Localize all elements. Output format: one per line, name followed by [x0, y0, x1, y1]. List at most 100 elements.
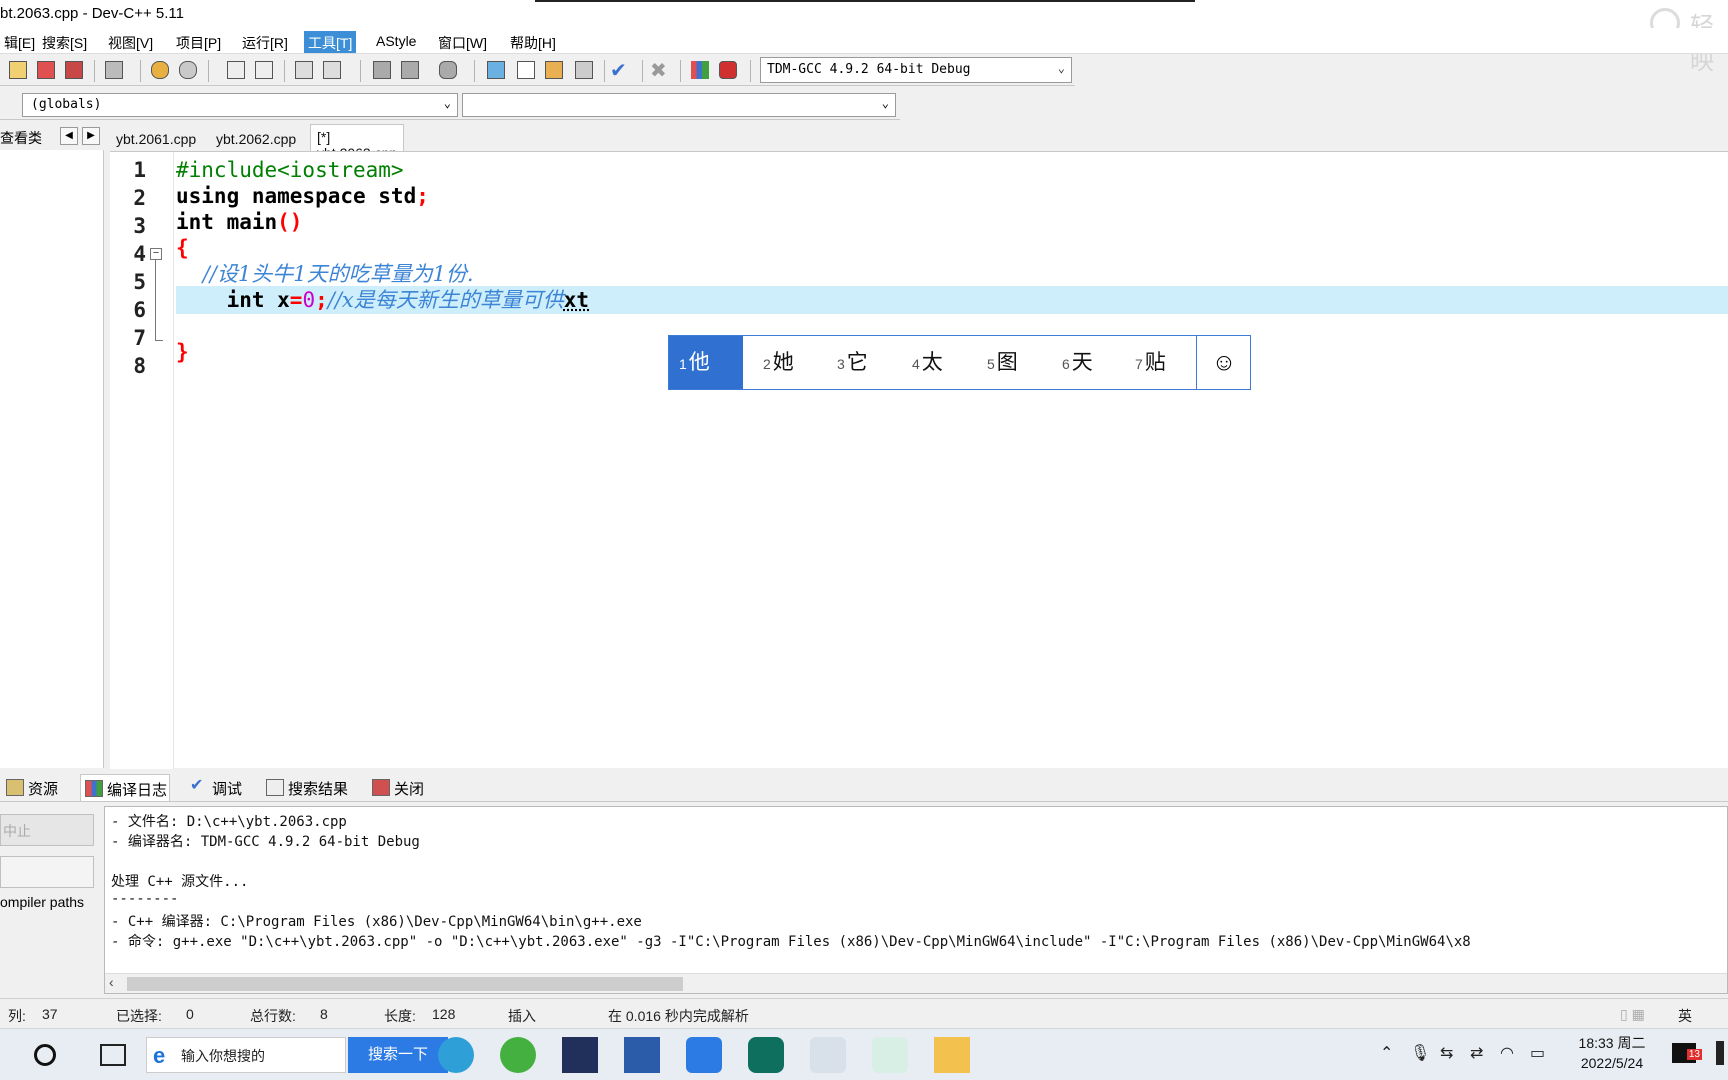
ime-candidate[interactable]: 3它	[827, 336, 868, 389]
ime-candidate[interactable]: 6天	[1052, 336, 1093, 389]
status-bar: 列: 37 已选择: 0 总行数: 8 长度: 128 插入 在 0.016 秒…	[0, 998, 1728, 1028]
syntax-check-icon[interactable]: ✔	[610, 58, 634, 82]
menu-search[interactable]: 搜索[S]	[38, 31, 91, 53]
browser-icon[interactable]	[500, 1037, 536, 1073]
cortana-icon[interactable]	[34, 1044, 56, 1066]
menu-project[interactable]: 项目[P]	[172, 31, 225, 53]
compile-run-icon[interactable]	[542, 58, 566, 82]
code-line-6-current: int x=0;//x是每天新生的草量可供xt	[176, 286, 1728, 314]
notification-icon[interactable]: 13	[1672, 1043, 1702, 1063]
taskbar-clock[interactable]: 18:33 周二 2022/5/24	[1560, 1033, 1664, 1073]
goto-bookmark-icon[interactable]	[370, 58, 394, 82]
ime-candidate-text: 他	[688, 351, 710, 374]
code-token: ;	[315, 288, 328, 312]
compile-log[interactable]: - 文件名: D:\c++\ybt.2063.cpp - 编译器名: TDM-G…	[104, 806, 1728, 994]
code-token: ()	[277, 210, 303, 234]
tab-compile-log[interactable]: 编译日志	[80, 774, 171, 801]
close-all-icon[interactable]	[62, 58, 86, 82]
chevron-down-icon: ⌄	[443, 96, 451, 110]
compile-icon[interactable]	[484, 58, 508, 82]
ime-candidate[interactable]: 7贴	[1125, 336, 1166, 389]
menu-help[interactable]: 帮助[H]	[506, 31, 560, 53]
tab-debug[interactable]: ✔ 调试	[186, 774, 244, 801]
tab-resources[interactable]: 资源	[2, 774, 60, 801]
code-token: int main	[176, 210, 278, 234]
battery-icon[interactable]: ▭	[1530, 1043, 1545, 1063]
tab-search-results[interactable]: 搜索结果	[262, 774, 350, 801]
code-line-2: using namespace std;	[176, 182, 429, 210]
show-desktop-button[interactable]	[1716, 1041, 1724, 1065]
word-icon[interactable]	[624, 1037, 660, 1073]
ime-candidate-text: 贴	[1144, 351, 1166, 374]
tab-prev-icon[interactable]: ◀	[60, 127, 78, 145]
paint-icon[interactable]	[810, 1037, 846, 1073]
devcpp-icon[interactable]	[562, 1037, 598, 1073]
code-comment: //x是每天新生的草量可供	[327, 288, 564, 312]
menu-edit[interactable]: 辑[E]	[0, 31, 39, 53]
redo-icon[interactable]	[176, 58, 200, 82]
debug-icon[interactable]	[716, 58, 740, 82]
log-horizontal-scrollbar[interactable]: ‹	[105, 973, 1727, 993]
chart-icon[interactable]	[688, 58, 712, 82]
new-project-icon[interactable]	[6, 58, 30, 82]
close-project-icon[interactable]	[34, 58, 58, 82]
ime-candidate[interactable]: 4太	[902, 336, 943, 389]
file-tab-2061[interactable]: ybt.2061.cpp	[110, 127, 202, 151]
ime-candidate[interactable]: 5图	[977, 336, 1018, 389]
menu-tools[interactable]: 工具[T]	[304, 31, 357, 53]
file-tab-2063[interactable]: [*] ybt.2063.cpp	[310, 124, 405, 161]
code-token: }	[176, 340, 189, 364]
file-explorer-icon[interactable]	[934, 1037, 970, 1073]
search-icon	[266, 779, 284, 796]
fold-toggle-icon[interactable]: −	[150, 248, 162, 260]
members-select[interactable]: ⌄	[462, 93, 896, 117]
file-tab-2062[interactable]: ybt.2062.cpp	[210, 127, 302, 151]
menu-run[interactable]: 运行[R]	[238, 31, 292, 53]
tab-close[interactable]: 关闭	[368, 774, 426, 801]
code-editor[interactable]: 1 2 3 4 5 6 7 8 − #include<iostream> usi…	[110, 151, 1728, 769]
edge-icon[interactable]	[438, 1037, 474, 1073]
abort-button[interactable]: 中止	[0, 814, 94, 846]
compiler-select[interactable]: TDM-GCC 4.9.2 64-bit Debug ⌄	[760, 57, 1072, 83]
search-button[interactable]: 搜索一下	[348, 1037, 448, 1073]
code-token: #include<iostream>	[176, 158, 404, 182]
ime-candidate[interactable]: 2她	[753, 336, 794, 389]
stop-icon[interactable]: ✖	[648, 58, 672, 82]
log-option-button[interactable]	[0, 856, 94, 888]
microphone-icon[interactable]: 🎙	[1410, 1043, 1430, 1063]
find-icon[interactable]	[224, 58, 248, 82]
run-icon[interactable]	[514, 58, 538, 82]
toggle-bookmark-icon[interactable]	[398, 58, 422, 82]
menu-window[interactable]: 窗口[W]	[434, 31, 491, 53]
browser-search-input[interactable]: e 输入你想搜的	[146, 1037, 346, 1073]
feishu-icon[interactable]	[686, 1037, 722, 1073]
replace-icon[interactable]	[252, 58, 276, 82]
scroll-left-icon[interactable]: ‹	[109, 974, 114, 990]
task-view-icon[interactable]	[100, 1044, 126, 1066]
globals-select[interactable]: (globals) ⌄	[22, 93, 458, 117]
ime-toolbar-icons[interactable]: ▯ ▦	[1620, 1006, 1645, 1023]
show-hidden-icons-icon[interactable]: ⌃	[1380, 1043, 1393, 1063]
network-sync-icon[interactable]: ⇆	[1440, 1043, 1453, 1063]
recorder-icon[interactable]	[748, 1037, 784, 1073]
menu-astyle[interactable]: AStyle	[372, 31, 420, 53]
undo-icon[interactable]	[148, 58, 172, 82]
ime-mode-indicator[interactable]: 英	[1678, 1006, 1692, 1026]
print-icon[interactable]	[102, 58, 126, 82]
menu-view[interactable]: 视图[V]	[104, 31, 157, 53]
comment-icon[interactable]	[436, 58, 460, 82]
scrollbar-thumb[interactable]	[127, 977, 683, 991]
rebuild-icon[interactable]	[572, 58, 596, 82]
tab-next-icon[interactable]: ▶	[82, 127, 100, 145]
wifi-icon[interactable]: ◠	[1500, 1043, 1514, 1063]
snipping-icon[interactable]	[872, 1037, 908, 1073]
status-len-label: 长度:	[384, 1008, 416, 1024]
unindent-icon[interactable]	[320, 58, 344, 82]
class-browser-tabs: 查看类 ◀ ▶	[0, 124, 108, 150]
transfer-icon[interactable]: ⇄	[1470, 1043, 1483, 1063]
indent-icon[interactable]	[292, 58, 316, 82]
top-divider	[535, 0, 1195, 2]
tab-class-browser[interactable]: 查看类	[0, 128, 42, 148]
emoji-icon[interactable]: ☺	[1196, 336, 1251, 389]
ime-candidate[interactable]: 1他	[669, 336, 743, 389]
